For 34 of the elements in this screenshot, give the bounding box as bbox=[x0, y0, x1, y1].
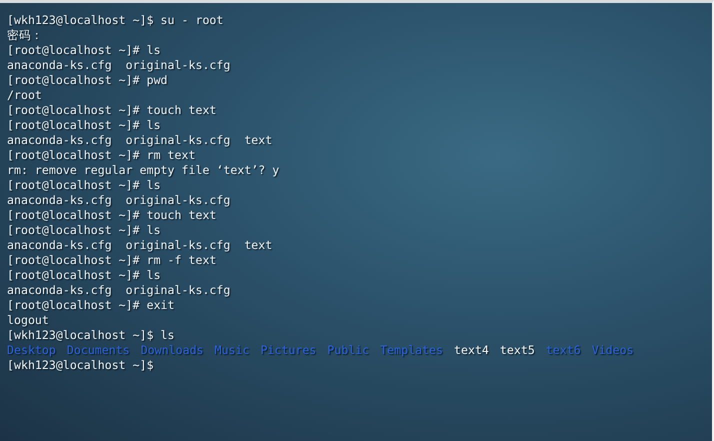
terminal-line: logout bbox=[7, 313, 49, 328]
terminal-line: [root@localhost ~]# ls bbox=[7, 178, 161, 193]
file-name: text5 bbox=[500, 343, 535, 358]
terminal-line: [root@localhost ~]# ls bbox=[7, 268, 161, 283]
terminal-line: anaconda-ks.cfg original-ks.cfg bbox=[7, 283, 230, 298]
directory-name: Downloads bbox=[140, 343, 204, 358]
terminal-line: [wkh123@localhost ~]$ ls bbox=[7, 328, 175, 343]
terminal-line: anaconda-ks.cfg original-ks.cfg text bbox=[7, 133, 272, 148]
terminal-line: anaconda-ks.cfg original-ks.cfg bbox=[7, 193, 230, 208]
file-name: text4 bbox=[454, 343, 489, 358]
terminal-line: [root@localhost ~]# ls bbox=[7, 223, 161, 238]
directory-name: Public bbox=[327, 343, 370, 358]
directory-name: Music bbox=[214, 343, 250, 358]
terminal-line: [root@localhost ~]# rm -f text bbox=[7, 253, 216, 268]
terminal-line: rm: remove regular empty file ‘text’? y bbox=[7, 163, 280, 178]
terminal-line: [root@localhost ~]# pwd bbox=[7, 73, 168, 88]
terminal-line: anaconda-ks.cfg original-ks.cfg bbox=[7, 58, 230, 73]
directory-name: Desktop bbox=[7, 343, 56, 358]
terminal-line: [root@localhost ~]# exit bbox=[7, 298, 175, 313]
terminal-line: anaconda-ks.cfg original-ks.cfg text bbox=[7, 238, 272, 253]
terminal-line: [root@localhost ~]# ls bbox=[7, 43, 161, 58]
terminal-line: [wkh123@localhost ~]$ su - root bbox=[7, 13, 224, 28]
terminal-line: /root bbox=[7, 88, 42, 103]
terminal-line: 密码： bbox=[7, 28, 43, 43]
terminal-line: [root@localhost ~]# rm text bbox=[7, 148, 196, 163]
directory-name: Pictures bbox=[260, 343, 316, 358]
terminal-line: [root@localhost ~]# ls bbox=[7, 118, 161, 133]
terminal-line: [wkh123@localhost ~]$ bbox=[7, 358, 154, 373]
terminal-line: [root@localhost ~]# touch text bbox=[7, 103, 216, 118]
directory-name: Templates bbox=[380, 343, 443, 358]
directory-name: Documents bbox=[66, 343, 130, 358]
directory-name: text6 bbox=[546, 343, 581, 358]
directory-name: Videos bbox=[592, 343, 634, 358]
terminal-line: [root@localhost ~]# touch text bbox=[7, 208, 216, 223]
